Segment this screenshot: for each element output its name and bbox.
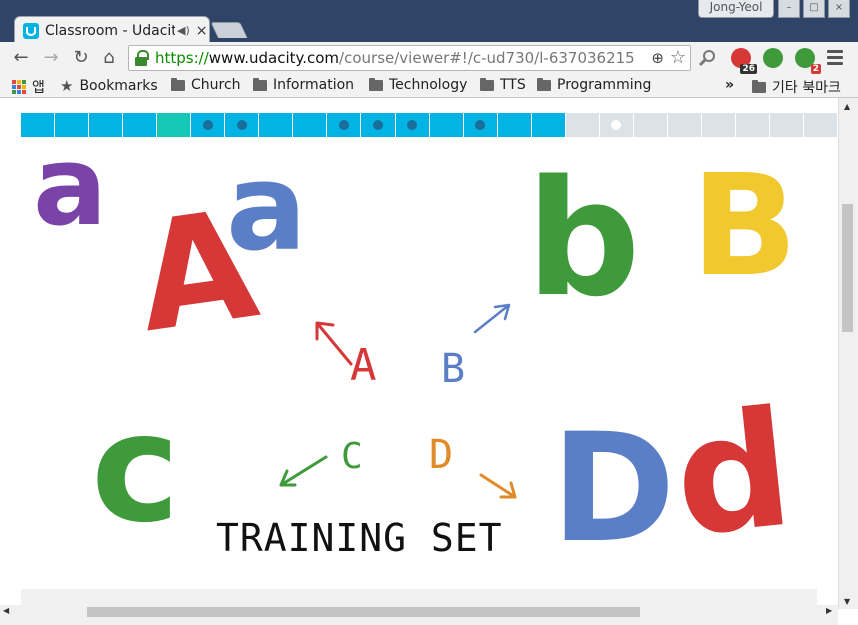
bookmarks-bar: 앱 ★ Bookmarks Church Information Technol…	[0, 74, 858, 98]
progress-segment[interactable]	[429, 113, 463, 137]
url-scheme: https://	[155, 49, 209, 67]
progress-segment[interactable]	[633, 113, 667, 137]
progress-segment[interactable]	[293, 113, 327, 137]
progress-segment[interactable]	[395, 113, 429, 137]
progress-segment[interactable]	[225, 113, 259, 137]
maximize-button[interactable]: □	[803, 0, 825, 18]
browser-tab[interactable]: Classroom - Udacity ◀) ×	[14, 16, 210, 44]
label-B: B	[441, 346, 466, 392]
folder-icon	[369, 77, 383, 91]
browser-toolbar: ← → ↻ ⌂ https://www.udacity.com/course/v…	[0, 42, 858, 74]
other-bookmarks[interactable]: 기타 북마크	[752, 77, 841, 97]
bookmark-label: Programming	[557, 77, 652, 93]
url-text: https://www.udacity.com/course/viewer#!/…	[155, 49, 635, 67]
progress-segment[interactable]	[327, 113, 361, 137]
back-icon[interactable]: ←	[10, 47, 32, 68]
progress-segment[interactable]	[599, 113, 633, 137]
bookmark-label: Bookmarks	[79, 78, 158, 94]
tab-close-icon[interactable]: ×	[196, 23, 208, 39]
progress-segment[interactable]	[259, 113, 293, 137]
bookmark-information[interactable]: Information	[253, 77, 354, 93]
profile-button[interactable]: Jong-Yeol	[698, 0, 774, 18]
bookmark-label: Information	[273, 77, 355, 93]
green-d-extension-icon[interactable]: 2	[795, 48, 821, 74]
bookmark-label: TTS	[500, 77, 526, 93]
home-icon[interactable]: ⌂	[98, 47, 120, 68]
progress-segment[interactable]	[497, 113, 531, 137]
vertical-scroll-thumb[interactable]	[842, 204, 853, 332]
scroll-left-icon[interactable]: ◀	[3, 606, 9, 615]
forward-icon[interactable]: →	[40, 47, 62, 68]
label-D: D	[429, 432, 454, 478]
progress-segment[interactable]	[770, 113, 804, 137]
progress-segment[interactable]	[565, 113, 599, 137]
vertical-scrollbar[interactable]: ▲ ▼	[838, 98, 858, 609]
scroll-up-icon[interactable]: ▲	[844, 102, 850, 111]
folder-icon	[171, 77, 185, 91]
search-extension-icon[interactable]	[697, 48, 717, 68]
folder-icon	[253, 77, 267, 91]
udacity-favicon-icon	[23, 22, 39, 39]
label-A: A	[350, 340, 377, 391]
progress-segment[interactable]	[667, 113, 701, 137]
horizontal-scroll-thumb[interactable]	[87, 607, 640, 617]
speaker-icon: ◀)	[177, 24, 190, 37]
apps-grid-icon	[12, 80, 26, 94]
progress-segment[interactable]	[123, 113, 157, 137]
close-icon: ×	[834, 2, 844, 13]
page-content: a A a b B c D d A B C D TRAINING SET ▲ ▼…	[0, 98, 858, 625]
bookmark-label: Technology	[389, 77, 468, 93]
udacity-extension-icon[interactable]: 26	[731, 48, 757, 74]
bookmark-technology[interactable]: Technology	[369, 77, 467, 93]
menu-icon[interactable]	[827, 50, 843, 68]
star-icon: ★	[60, 77, 74, 95]
scroll-right-icon[interactable]: ▶	[826, 606, 832, 615]
lesson-progress-bar	[21, 113, 838, 137]
close-window-button[interactable]: ×	[828, 0, 850, 18]
bookmark-church[interactable]: Church	[171, 77, 241, 93]
scroll-down-icon[interactable]: ▼	[844, 597, 850, 606]
bookmark-bookmarks[interactable]: ★ Bookmarks	[60, 77, 158, 95]
progress-segment[interactable]	[735, 113, 770, 137]
bookmark-label: 기타 북마크	[772, 80, 841, 96]
progress-segment[interactable]	[361, 113, 395, 137]
progress-segment[interactable]	[191, 113, 225, 137]
bookmark-star-icon[interactable]: ☆	[670, 47, 686, 68]
progress-segment[interactable]	[157, 113, 191, 137]
apps-shortcut[interactable]: 앱	[12, 77, 45, 97]
horizontal-scrollbar[interactable]: ◀ ▶	[0, 605, 838, 625]
apps-label: 앱	[32, 80, 45, 96]
lock-icon	[135, 50, 149, 66]
progress-segment[interactable]	[531, 113, 565, 137]
url-path: /course/viewer#!/c-ud730/l-6370362152/m-	[339, 49, 635, 67]
tab-title: Classroom - Udacity	[45, 22, 175, 39]
extension-badge: 2	[810, 64, 821, 74]
progress-segment[interactable]	[463, 113, 497, 137]
progress-segment[interactable]	[701, 113, 735, 137]
new-tab-button[interactable]	[210, 22, 248, 38]
progress-segment[interactable]	[804, 113, 838, 137]
folder-icon	[752, 79, 766, 93]
reload-icon[interactable]: ↻	[70, 47, 92, 68]
lesson-video-frame[interactable]: a A a b B c D d A B C D TRAINING SET	[21, 131, 838, 589]
bookmarks-overflow-button[interactable]: »	[725, 77, 734, 93]
url-host: www.udacity.com	[208, 49, 340, 67]
zoom-icon[interactable]: ⊕	[651, 49, 664, 67]
address-bar[interactable]: https://www.udacity.com/course/viewer#!/…	[128, 45, 691, 71]
bookmark-programming[interactable]: Programming	[537, 77, 651, 93]
maximize-icon: □	[809, 2, 819, 13]
green-extension-icon[interactable]	[763, 48, 783, 68]
label-C: C	[341, 436, 363, 477]
bookmark-label: Church	[191, 77, 241, 93]
window-titlebar: Classroom - Udacity ◀) × Jong-Yeol – □ ×	[0, 0, 858, 44]
training-set-label: TRAINING SET	[216, 516, 503, 560]
folder-icon	[537, 77, 551, 91]
minimize-button[interactable]: –	[778, 0, 800, 18]
minimize-icon: –	[786, 2, 792, 13]
folder-icon	[480, 77, 494, 91]
extension-badge: 26	[740, 64, 757, 74]
bookmark-tts[interactable]: TTS	[480, 77, 526, 93]
